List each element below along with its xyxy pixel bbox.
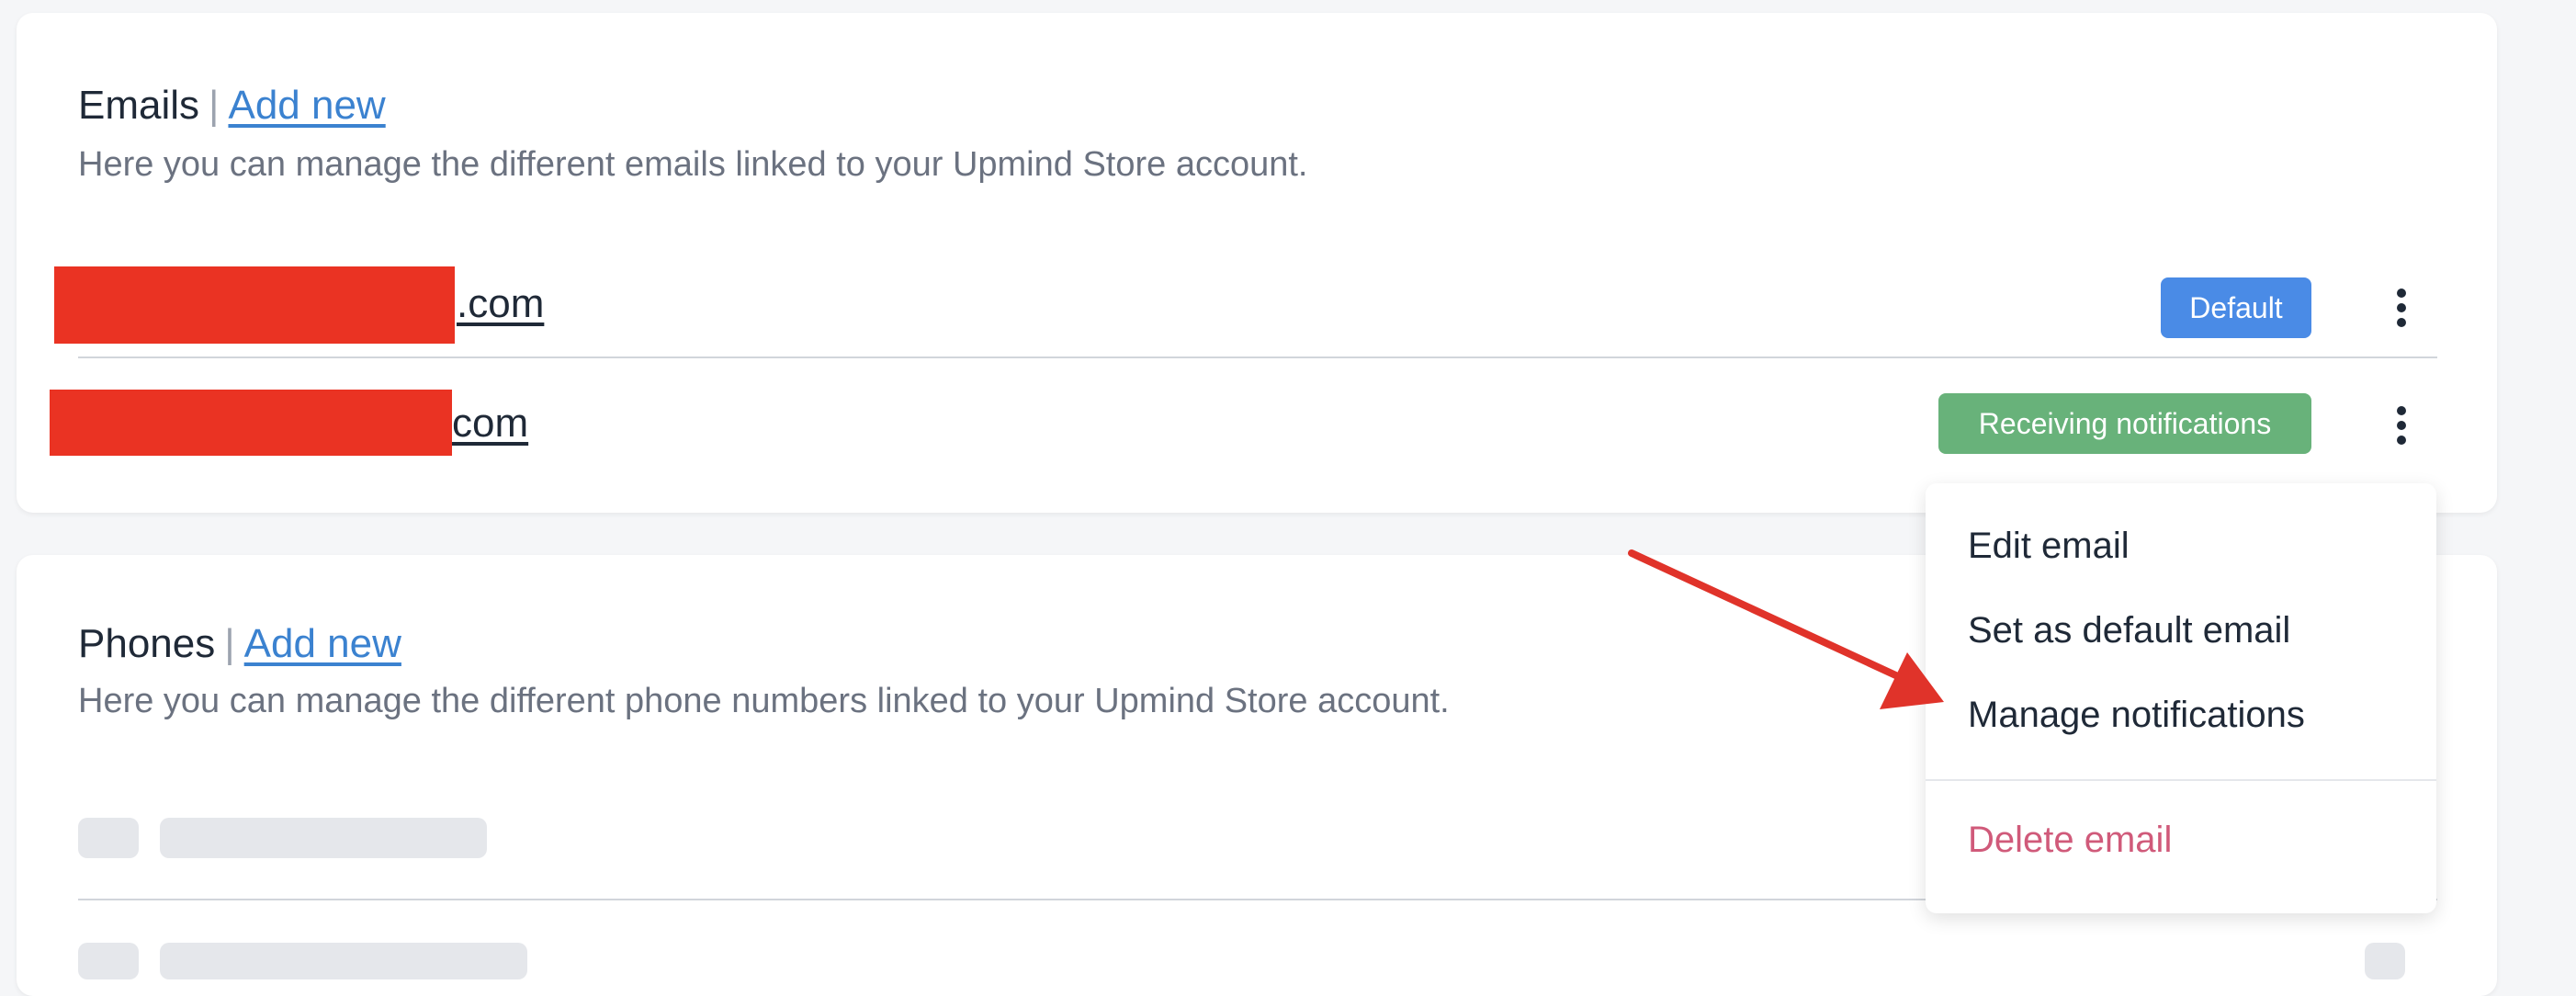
phones-description: Here you can manage the different phone …: [78, 682, 1450, 720]
manage-notifications-menu-item[interactable]: Manage notifications: [1968, 695, 2305, 736]
loading-skeleton: [2365, 943, 2405, 979]
emails-title: Emails: [78, 83, 200, 128]
header-separator: |: [224, 621, 235, 666]
phones-header: Phones | Add new: [78, 621, 401, 667]
receiving-notifications-badge: Receiving notifications: [1938, 393, 2311, 454]
emails-header: Emails | Add new: [78, 83, 386, 129]
add-new-email-link[interactable]: Add new: [228, 83, 385, 129]
phones-title: Phones: [78, 621, 216, 666]
loading-skeleton: [78, 818, 139, 858]
loading-skeleton: [160, 943, 527, 979]
emails-card: Emails | Add new Here you can manage the…: [17, 13, 2497, 513]
edit-email-menu-item[interactable]: Edit email: [1968, 526, 2130, 567]
row-divider: [78, 357, 2437, 358]
emails-description: Here you can manage the different emails…: [78, 145, 1308, 184]
set-default-email-menu-item[interactable]: Set as default email: [1968, 610, 2290, 651]
email-row: .com Default: [17, 250, 2497, 351]
email-options-menu: Edit email Set as default email Manage n…: [1926, 483, 2436, 913]
add-new-phone-link[interactable]: Add new: [244, 621, 401, 667]
delete-email-menu-item[interactable]: Delete email: [1968, 820, 2172, 861]
default-badge: Default: [2161, 277, 2311, 338]
loading-skeleton: [78, 943, 139, 979]
loading-skeleton: [160, 818, 487, 858]
redacted-email-local-part: [54, 266, 455, 344]
email-row: com Receiving notifications: [17, 375, 2497, 476]
redacted-email-local-part: [50, 390, 452, 456]
menu-divider: [1926, 779, 2436, 781]
more-options-icon[interactable]: [2383, 276, 2420, 340]
more-options-icon[interactable]: [2383, 393, 2420, 458]
email-address-link[interactable]: .com: [457, 281, 544, 327]
email-address-link[interactable]: com: [452, 401, 528, 447]
header-separator: |: [209, 83, 220, 128]
